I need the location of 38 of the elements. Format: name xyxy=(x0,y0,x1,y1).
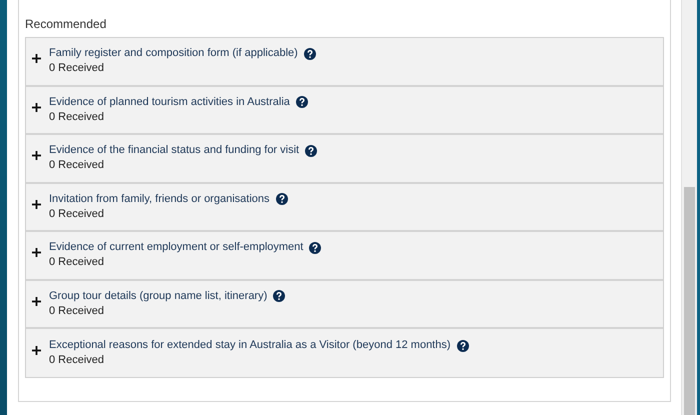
plus-icon xyxy=(32,151,41,160)
accordion-item[interactable]: Family register and composition form (if applicable) 0 Received xyxy=(26,38,663,86)
item-title: Evidence of the financial status and funding for visit xyxy=(49,144,300,158)
scrollbar[interactable] xyxy=(681,0,697,415)
help-icon[interactable] xyxy=(273,290,286,302)
received-count: 0 Received xyxy=(49,159,106,172)
item-title: Exceptional reasons for extended stay in Australia as a Visitor (beyond 12 months) xyxy=(49,339,451,352)
plus-icon xyxy=(32,248,41,258)
item-title: Evidence of planned tourism activities in Australia xyxy=(49,96,290,109)
received-count: 0 Received xyxy=(49,62,106,76)
plus-icon xyxy=(32,54,41,64)
accordion-item[interactable]: Evidence of planned tourism activities in Australia 0 Received xyxy=(26,86,663,135)
help-icon[interactable] xyxy=(456,340,469,352)
received-count: 0 Received xyxy=(49,304,106,318)
help-icon[interactable] xyxy=(309,242,322,254)
help-icon[interactable] xyxy=(305,144,318,157)
accordion-item[interactable]: Invitation from family, friends or organisations 0 Received xyxy=(26,184,663,232)
item-title: Family register and composition form (if applicable) xyxy=(49,47,298,60)
received-count: 0 Received xyxy=(49,354,106,367)
plus-icon xyxy=(32,346,41,355)
help-icon[interactable] xyxy=(276,193,288,206)
scrollbar-thumb[interactable] xyxy=(684,187,695,415)
plus-icon xyxy=(32,200,41,209)
help-icon[interactable] xyxy=(304,48,316,60)
plus-icon xyxy=(32,102,41,112)
received-count: 0 Received xyxy=(49,208,106,221)
received-count: 0 Received xyxy=(49,256,106,270)
item-title: Evidence of current employment or self-employment xyxy=(49,241,304,254)
accordion-item[interactable]: Exceptional reasons for extended stay in Australia as a Visitor (beyond 12 months) 0 Received xyxy=(26,329,663,377)
item-title: Invitation from family, friends or organisations xyxy=(49,192,270,206)
item-title: Group tour details (group name list, itinerary) xyxy=(49,290,268,303)
plus-icon xyxy=(32,296,41,306)
section-heading: Recommended xyxy=(25,17,108,32)
received-count: 0 Received xyxy=(49,110,106,124)
accordion-item[interactable]: Group tour details (group name list, itinerary) 0 Received xyxy=(26,280,663,329)
accordion-item[interactable]: Evidence of current employment or self-employment 0 Received xyxy=(26,232,663,280)
help-icon[interactable] xyxy=(296,96,308,108)
accordion-item[interactable]: Evidence of the financial status and funding for visit 0 Received xyxy=(26,135,663,184)
